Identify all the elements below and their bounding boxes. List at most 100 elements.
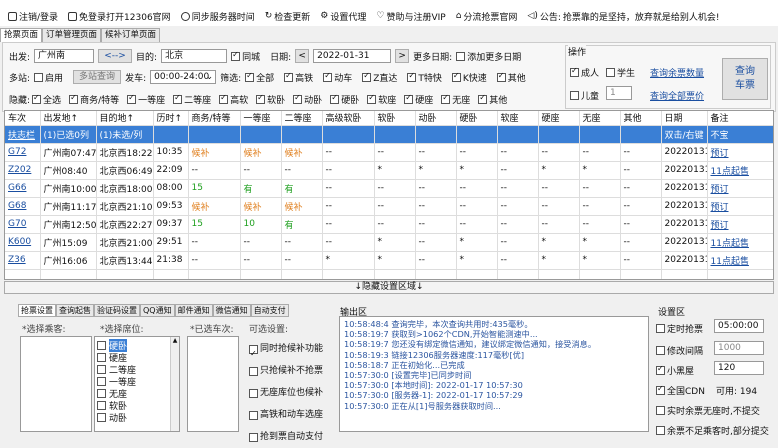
table-cell[interactable]: 预订 xyxy=(707,197,773,216)
table-cell[interactable]: 11点起售 xyxy=(707,233,773,252)
seat-item[interactable]: 硬座 xyxy=(97,351,179,364)
table-row[interactable]: K600 广州15:09 北京西21:00 29:51 -- -- -- -- * -- * -- * *… xyxy=(5,233,773,252)
column-header[interactable]: 目的地↑ xyxy=(96,111,154,126)
select-row[interactable]: 扶志栏 (1)已选0列 (1)未选/列 双击/右键 不宝 xyxy=(5,125,773,144)
filter-gaotie[interactable]: 高铁 xyxy=(284,71,313,84)
hide-settings-bar[interactable]: ↓隐藏设置区域↓ xyxy=(4,281,774,294)
toolbar-vip[interactable]: ♡ 赞助与注册VIP xyxy=(376,10,445,23)
hide-all[interactable]: 全选 xyxy=(32,93,61,106)
tab-wechat[interactable]: 微信通知 xyxy=(212,304,251,317)
tab-waitlist[interactable]: 候补订单页面 xyxy=(101,28,161,42)
toolbar-sync-time[interactable]: 同步服务器时间 xyxy=(180,10,255,23)
seat-item[interactable]: 二等座 xyxy=(97,363,179,376)
same-city-checkbox[interactable]: 同城 xyxy=(231,50,260,63)
table-cell[interactable]: 11点起售 xyxy=(707,251,773,270)
seat-item[interactable]: 无座 xyxy=(97,387,179,400)
column-header[interactable]: 软卧 xyxy=(374,111,416,126)
hide-yingwo[interactable]: 硬卧 xyxy=(330,93,359,106)
table-row[interactable]: Z36 广州16:06 北京西13:44 21:38 -- -- -- * * -- * -- * * --… xyxy=(5,251,773,270)
toolbar-check-update[interactable]: ↻ 检查更新 xyxy=(265,10,311,23)
table-cell[interactable]: G66 xyxy=(5,179,41,198)
tab-query-sale[interactable]: 查询起售 xyxy=(56,304,94,317)
tab-grab[interactable]: 抢票页面 xyxy=(0,28,43,42)
enable-multi-checkbox[interactable]: 启用 xyxy=(34,71,63,84)
from-input[interactable]: 广州南 xyxy=(34,49,95,63)
column-header[interactable]: 硬卧 xyxy=(456,111,498,126)
filter-other[interactable]: 其他 xyxy=(496,71,526,84)
table-cell[interactable]: 预订 xyxy=(707,215,773,234)
blackroom-input[interactable]: 120 xyxy=(714,361,764,375)
column-header[interactable]: 动卧 xyxy=(415,111,457,126)
tab-grab-settings[interactable]: 抢票设置 xyxy=(18,304,56,317)
filter-t[interactable]: T特快 xyxy=(407,71,442,84)
hide-second[interactable]: 二等座 xyxy=(173,93,211,106)
column-header[interactable]: 高级软卧 xyxy=(322,111,375,126)
table-cell[interactable]: 预订 xyxy=(707,179,773,198)
hide-ruanwo[interactable]: 软卧 xyxy=(256,93,285,106)
column-header[interactable]: 商务/特等 xyxy=(188,111,241,126)
date-input[interactable]: 2022-01-31 xyxy=(313,49,392,63)
seat-item[interactable]: 一等座 xyxy=(97,375,179,388)
timer-input[interactable]: 05:00:00 xyxy=(714,319,764,333)
option-checkbox[interactable]: 高铁和动车选座 xyxy=(249,404,323,426)
depart-time-select[interactable]: 00:00-24:00 ⌄ xyxy=(150,70,217,84)
hide-ruanzuo[interactable]: 软座 xyxy=(367,93,396,106)
to-input[interactable]: 北京 xyxy=(161,49,228,63)
prev-date-button[interactable]: < xyxy=(295,49,310,63)
table-row[interactable]: G66 广州南10:00 北京西18:00 08:00 15 有有 -- -- -- -- -- --… xyxy=(5,179,773,198)
column-header[interactable]: 备注 xyxy=(707,111,773,126)
child-checkbox[interactable]: 儿童 xyxy=(570,89,599,102)
passenger-list[interactable] xyxy=(20,336,92,432)
tab-email[interactable]: 邮件通知 xyxy=(174,304,213,317)
interval-input[interactable]: 1000 xyxy=(714,341,764,355)
student-checkbox[interactable]: 学生 xyxy=(606,66,635,79)
tab-captcha[interactable]: 验证码设置 xyxy=(94,304,140,317)
add-more-dates-checkbox[interactable]: 添加更多日期 xyxy=(456,50,521,63)
timer-checkbox[interactable]: 定时抢票 xyxy=(656,322,703,335)
interval-checkbox[interactable]: 修改间隔 xyxy=(656,344,703,357)
search-ticket-button[interactable]: 查询 车票 xyxy=(722,58,768,100)
column-header[interactable]: 日期 xyxy=(661,111,708,126)
table-row[interactable]: Z202 广州08:40 北京西06:49 22:09 -- -- -- -- * * * -- * * -… xyxy=(5,161,773,180)
column-header[interactable]: 历时↑ xyxy=(153,111,189,126)
tab-orders[interactable]: 订单管理页面 xyxy=(42,28,102,42)
query-remain-link[interactable]: 查询余票数量 xyxy=(650,66,704,79)
table-row[interactable]: G70 广州南12:50 北京西22:27 09:37 15 10 有 -- -- -- -- -- -… xyxy=(5,215,773,234)
seat-list[interactable]: 硬卧 硬座 二等座 一等座 无座 软卧 动卧 ▲ xyxy=(94,336,180,432)
option-checkbox[interactable]: 同时抢候补功能 xyxy=(249,338,323,365)
option-checkbox[interactable]: 抢到票自动支付 xyxy=(249,426,323,448)
table-cell[interactable]: G68 xyxy=(5,197,41,216)
multi-query-button[interactable]: 多站查询 xyxy=(73,70,122,84)
filter-dongche[interactable]: 动车 xyxy=(323,71,352,84)
filter-k[interactable]: K快速 xyxy=(451,71,487,84)
toolbar-login[interactable]: 注销/登录 xyxy=(8,10,58,23)
filter-z[interactable]: Z直达 xyxy=(362,71,397,84)
seat-item[interactable]: 硬卧 xyxy=(97,338,179,352)
table-cell[interactable]: G72 xyxy=(5,143,41,162)
seat-item[interactable]: 动卧 xyxy=(97,411,179,424)
cdn-checkbox[interactable]: 全国CDN xyxy=(656,384,705,397)
toolbar-proxy[interactable]: ⚙ 设置代理 xyxy=(320,10,366,23)
table-row[interactable]: G68 广州南11:17 北京西21:10 09:53 候补 候补 候补 -- -- -- -- --… xyxy=(5,197,773,216)
table-cell[interactable]: K600 xyxy=(5,233,41,252)
selected-train-list[interactable] xyxy=(187,336,239,432)
hide-yingzuo[interactable]: 硬座 xyxy=(404,93,433,106)
column-header[interactable]: 其他 xyxy=(620,111,662,126)
table-cell[interactable]: Z202 xyxy=(5,161,41,180)
column-header[interactable]: 车次 xyxy=(5,111,41,126)
query-all-link[interactable]: 查询全部票价 xyxy=(650,89,704,102)
no-seat-checkbox[interactable]: 实时余票无座时,不提交 xyxy=(656,404,760,417)
hide-dongwo[interactable]: 动卧 xyxy=(293,93,322,106)
column-header[interactable]: 二等座 xyxy=(281,111,323,126)
table-cell[interactable]: G70 xyxy=(5,215,41,234)
hide-first[interactable]: 一等座 xyxy=(127,93,165,106)
toolbar-open-site[interactable]: 免登录打开12306官网 xyxy=(68,10,171,23)
column-header[interactable]: 硬座 xyxy=(538,111,580,126)
hide-gaoruan[interactable]: 高软 xyxy=(219,93,248,106)
seat-item[interactable]: 软卧 xyxy=(97,399,179,412)
hide-business[interactable]: 商务/特等 xyxy=(69,93,119,106)
toolbar-home[interactable]: ⌂ 分流抢票官网 xyxy=(456,10,518,23)
blackroom-checkbox[interactable]: 小黑屋 xyxy=(656,364,694,377)
filter-all[interactable]: 全部 xyxy=(245,71,274,84)
table-cell[interactable]: 11点起售 xyxy=(707,161,773,180)
